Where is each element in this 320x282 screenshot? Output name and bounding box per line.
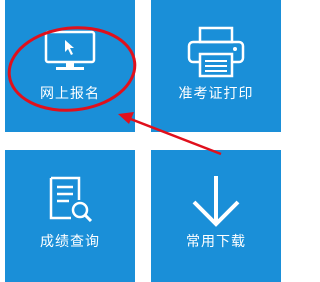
tile-label: 准考证打印 bbox=[178, 86, 254, 102]
tile-score-query[interactable]: 成绩查询 bbox=[5, 150, 135, 282]
tile-common-downloads[interactable]: 常用下载 bbox=[151, 150, 281, 282]
tile-online-registration[interactable]: 网上报名 bbox=[5, 0, 135, 132]
tile-admission-ticket-print[interactable]: 准考证打印 bbox=[151, 0, 281, 132]
printer-icon bbox=[151, 26, 281, 78]
tile-label: 网上报名 bbox=[40, 86, 100, 102]
download-arrow-icon bbox=[151, 174, 281, 228]
tile-label: 成绩查询 bbox=[40, 234, 100, 250]
tile-label: 常用下载 bbox=[186, 234, 246, 250]
monitor-cursor-icon bbox=[5, 30, 135, 74]
document-search-icon bbox=[5, 176, 135, 222]
